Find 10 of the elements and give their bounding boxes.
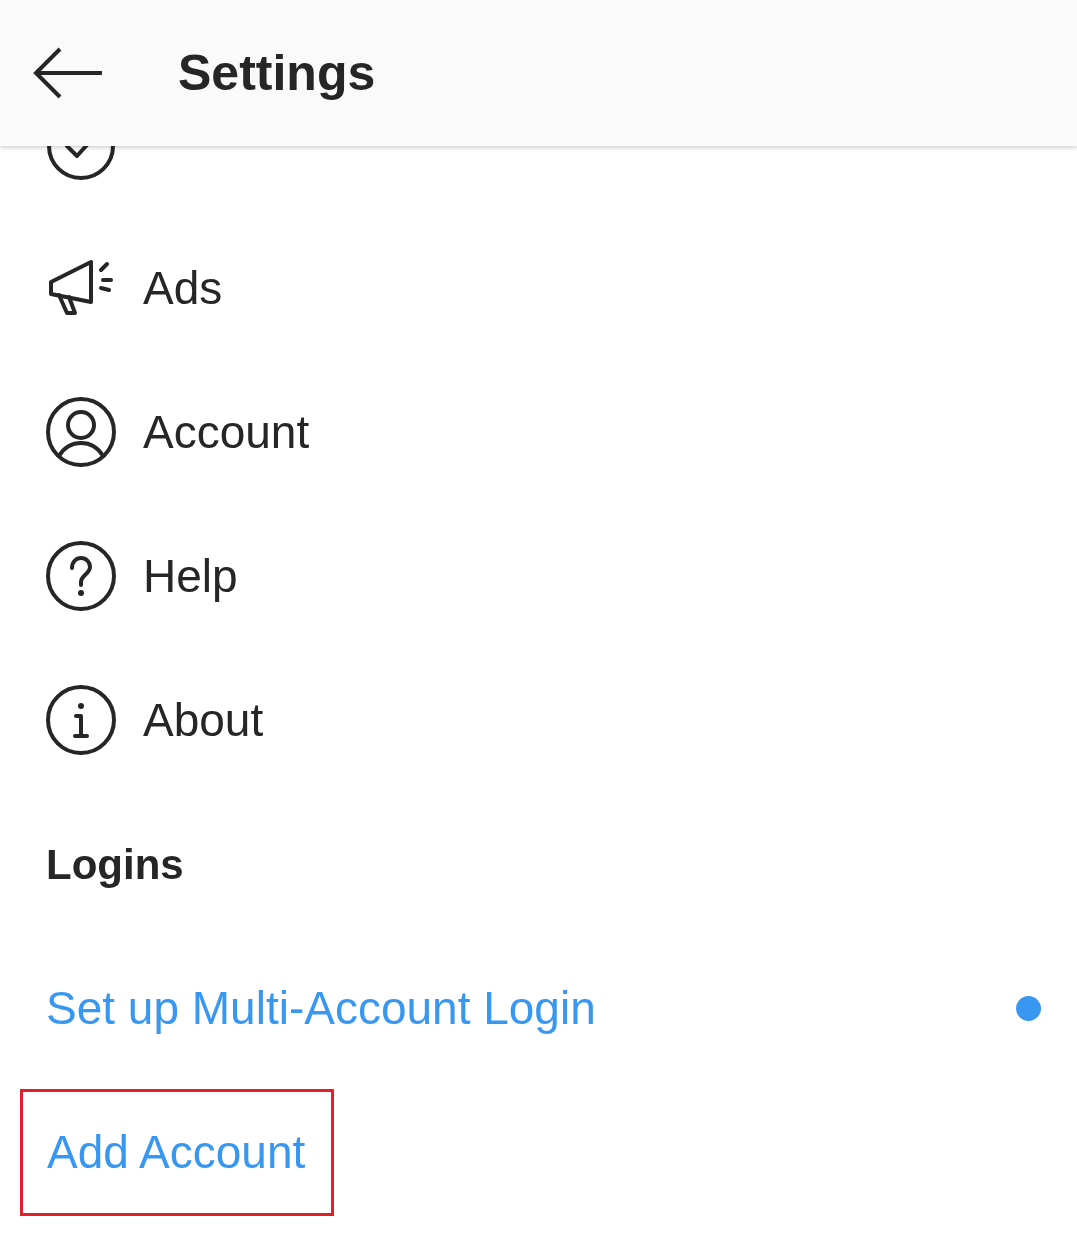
section-heading: Logins xyxy=(46,839,184,890)
person-circle-icon xyxy=(45,396,117,468)
menu-item[interactable]: About xyxy=(143,685,264,755)
menu-item[interactable]: Account xyxy=(143,397,310,467)
menu-item[interactable]: Ads xyxy=(143,253,223,323)
help-icon xyxy=(45,540,117,612)
screen-title: Settings xyxy=(178,43,376,103)
info-icon xyxy=(45,684,117,756)
menu-item[interactable]: Help xyxy=(143,541,238,611)
back-arrow-icon[interactable] xyxy=(32,45,104,101)
